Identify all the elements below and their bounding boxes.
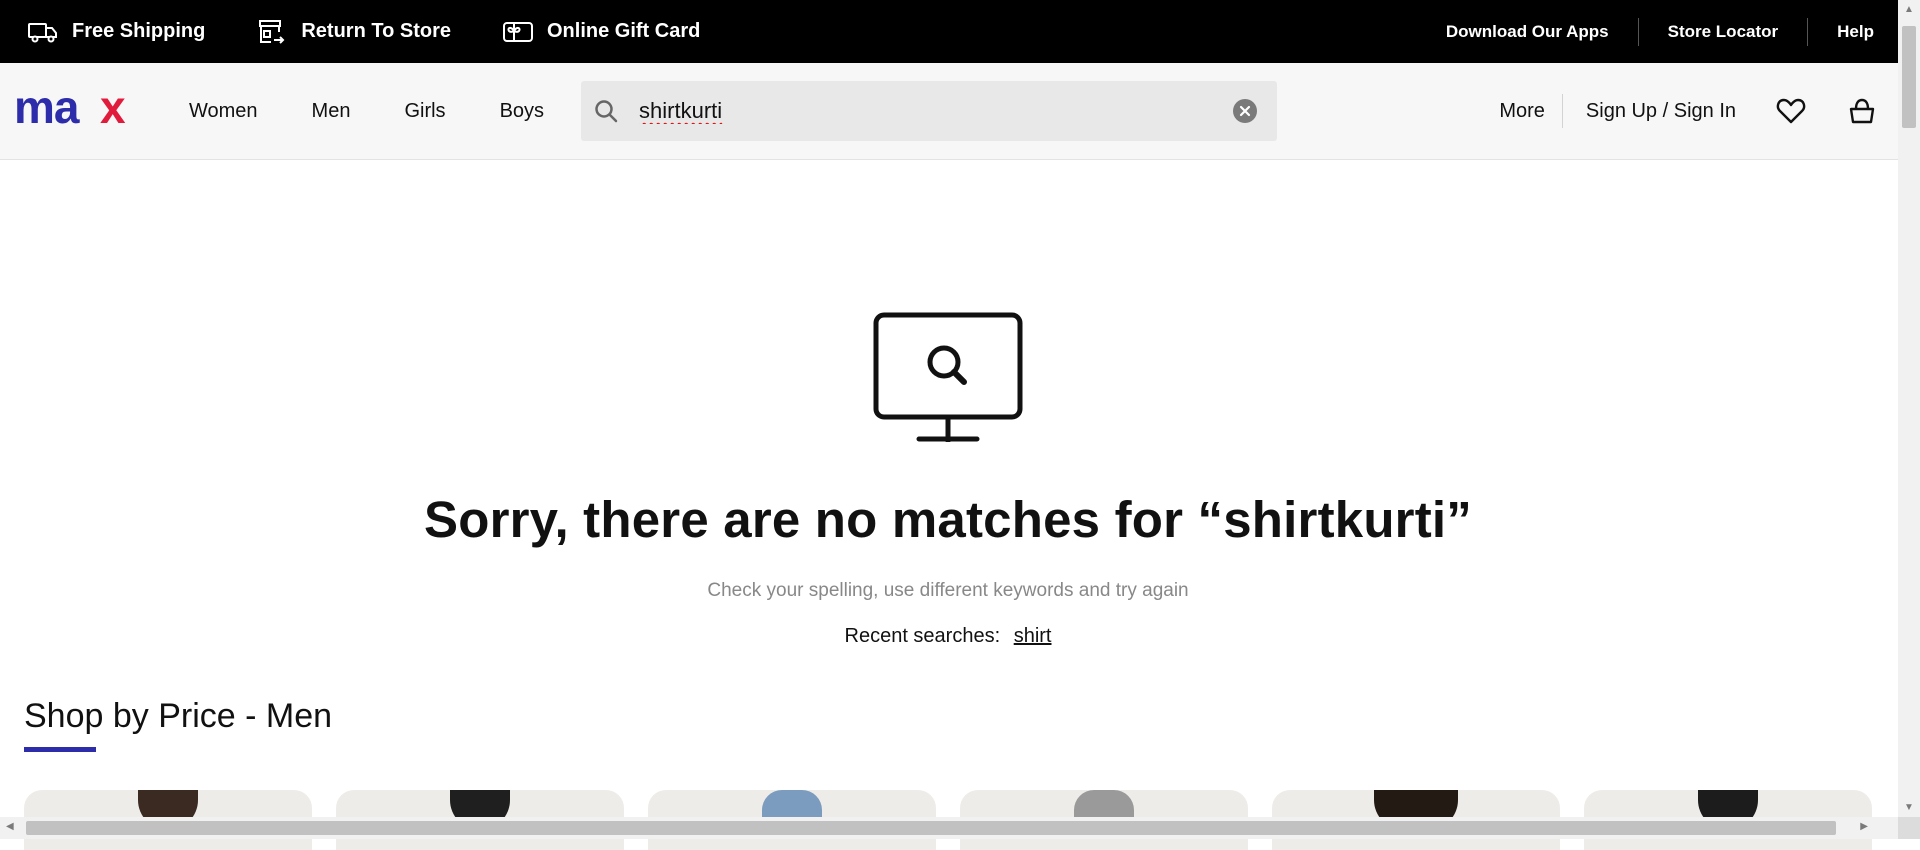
free-shipping-link[interactable]: Free Shipping [28, 20, 205, 44]
vertical-scroll-thumb[interactable] [1902, 26, 1916, 128]
section-title: Shop by Price - Men [24, 697, 333, 735]
nav-girls[interactable]: Girls [404, 100, 445, 123]
search-input[interactable] [637, 97, 1202, 125]
nav-boys[interactable]: Boys [500, 100, 544, 123]
truck-icon [28, 22, 57, 42]
section-underline [24, 747, 96, 752]
scroll-left-arrow[interactable]: ◀ [6, 821, 14, 832]
utility-links: Download Our Apps Store Locator Help [1417, 17, 1874, 46]
search-box [581, 81, 1278, 141]
sign-in-link[interactable]: Sign Up / Sign In [1586, 100, 1736, 123]
free-shipping-label: Free Shipping [72, 20, 206, 42]
logo-mark: ma x [14, 81, 126, 133]
more-menu[interactable]: More [1499, 100, 1545, 123]
site-header: ma x Women Men Girls Boys More Sign Up /… [0, 63, 1898, 160]
top-promo-bar: Free Shipping Return To Store Online Gif… [0, 0, 1898, 63]
cart-button[interactable] [1848, 97, 1876, 125]
download-apps-link[interactable]: Download Our Apps [1417, 22, 1638, 42]
scrollbar-corner [1898, 817, 1920, 839]
horizontal-scroll-thumb[interactable] [26, 821, 1836, 835]
recent-searches-label: Recent searches: [844, 625, 1001, 647]
scroll-up-arrow[interactable]: ▲ [1898, 4, 1920, 15]
recent-search-term[interactable]: shirt [1014, 625, 1052, 647]
max-logo[interactable]: ma x [14, 81, 136, 133]
no-results-heading: Sorry, there are no matches for “shirtku… [424, 491, 1472, 548]
header-actions: More Sign Up / Sign In [1499, 94, 1876, 128]
wishlist-button[interactable] [1776, 97, 1806, 125]
horizontal-scrollbar[interactable]: ◀ ▶ [0, 817, 1898, 839]
heart-icon [1776, 98, 1806, 124]
svg-text:ma: ma [14, 91, 80, 127]
vertical-scrollbar[interactable]: ▲ ▼ [1898, 0, 1920, 817]
recent-searches: Recent searches: shirt [0, 625, 1896, 648]
shopping-bag-icon [1849, 98, 1875, 124]
nav-women[interactable]: Women [189, 100, 258, 123]
online-gift-card-link[interactable]: Online Gift Card [502, 20, 701, 44]
search-icon [595, 100, 618, 123]
promo-list: Free Shipping Return To Store Online Gif… [28, 18, 752, 46]
scroll-right-arrow[interactable]: ▶ [1860, 821, 1868, 832]
scroll-down-arrow[interactable]: ▼ [1898, 802, 1920, 813]
monitor-search-icon [873, 312, 1023, 442]
gift-card-icon [502, 21, 533, 42]
help-link[interactable]: Help [1808, 22, 1874, 42]
no-results-hint: Check your spelling, use different keywo… [707, 580, 1189, 601]
divider [1561, 94, 1563, 128]
return-store-icon [259, 19, 285, 44]
clear-search-icon[interactable] [1233, 99, 1258, 123]
return-to-store-label: Return To Store [301, 20, 451, 42]
return-to-store-link[interactable]: Return To Store [257, 18, 451, 46]
svg-text:x: x [100, 91, 126, 127]
store-locator-link[interactable]: Store Locator [1639, 22, 1808, 42]
nav-men[interactable]: Men [312, 100, 351, 123]
online-gift-card-label: Online Gift Card [546, 20, 701, 42]
